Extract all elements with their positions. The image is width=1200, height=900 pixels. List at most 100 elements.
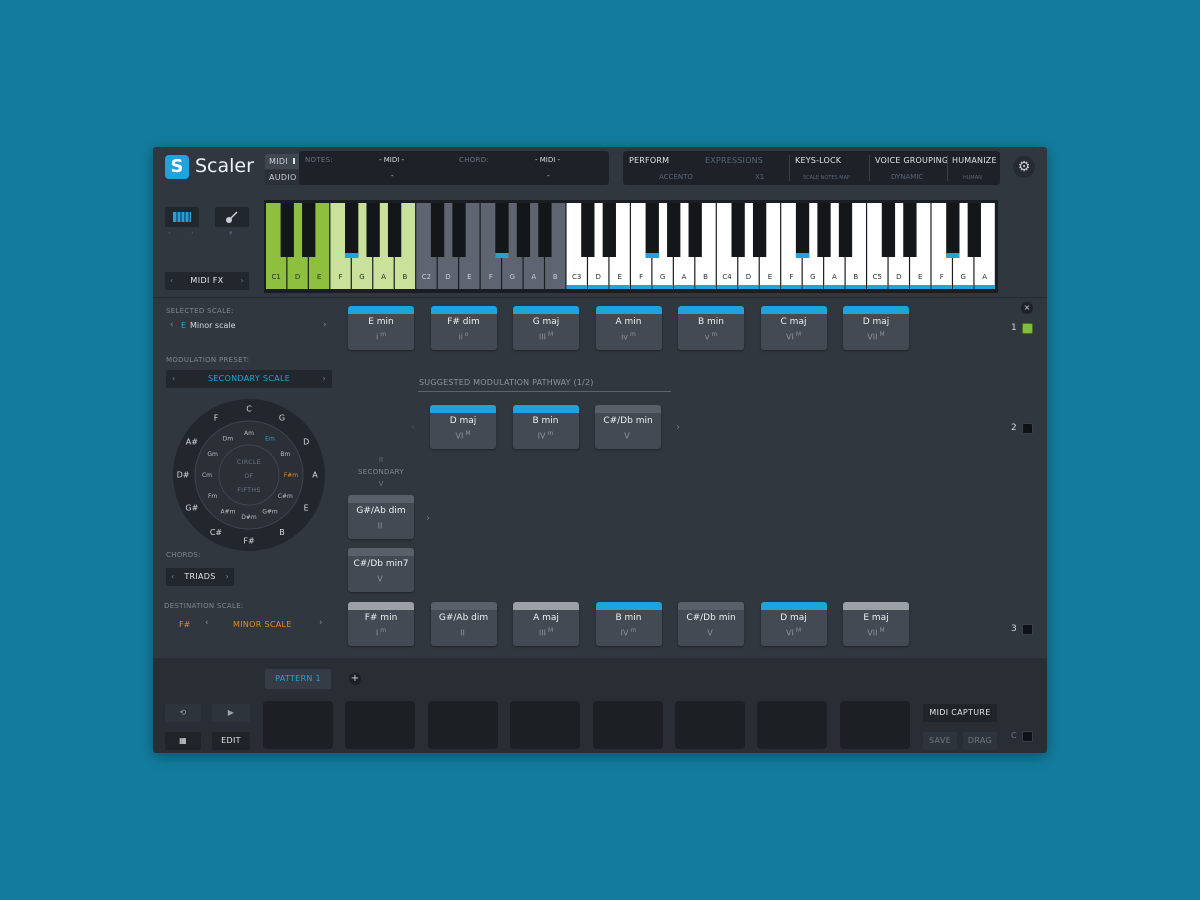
circle-minor-key[interactable]: Cm bbox=[202, 472, 212, 479]
add-pattern-icon[interactable]: + bbox=[349, 673, 361, 685]
black-key[interactable] bbox=[495, 203, 509, 257]
next-arrow-icon[interactable]: › bbox=[426, 513, 430, 524]
destination-scale-root[interactable]: F# bbox=[179, 620, 190, 629]
chord-card[interactable]: C maj VI M bbox=[760, 306, 827, 350]
black-key[interactable] bbox=[516, 203, 531, 257]
grid-view-button[interactable]: ▦ bbox=[165, 732, 201, 750]
chord-card[interactable]: F# dim ii o bbox=[430, 306, 497, 350]
pattern-pad[interactable] bbox=[427, 701, 498, 749]
black-key[interactable] bbox=[452, 203, 466, 257]
midi-fx-selector[interactable]: ‹ MIDI FX › bbox=[165, 272, 249, 290]
capture-indicator[interactable] bbox=[1022, 731, 1033, 742]
chord-card[interactable]: B min v m bbox=[678, 306, 744, 350]
black-key[interactable] bbox=[838, 203, 853, 257]
save-button[interactable]: SAVE bbox=[923, 732, 957, 750]
next-arrow-icon[interactable]: › bbox=[323, 370, 327, 388]
chord-card[interactable]: D maj VI M bbox=[430, 405, 496, 449]
circle-minor-key[interactable]: A#m bbox=[221, 508, 236, 515]
black-key[interactable] bbox=[387, 203, 402, 257]
circle-major-key[interactable]: G bbox=[279, 414, 285, 423]
chord-card[interactable]: E min i m bbox=[348, 306, 414, 350]
black-key[interactable] bbox=[817, 203, 831, 257]
circle-major-key[interactable]: F# bbox=[243, 537, 255, 546]
circle-minor-key[interactable]: Dm bbox=[223, 436, 234, 443]
circle-major-key[interactable]: A# bbox=[186, 438, 198, 447]
chord-card[interactable]: C#/Db min V bbox=[595, 405, 661, 449]
circle-major-key[interactable]: A bbox=[312, 471, 318, 480]
circle-major-key[interactable]: B bbox=[279, 528, 285, 537]
chevron-down-icon[interactable]: ▾ bbox=[229, 229, 233, 237]
chord-card[interactable]: F# min Im bbox=[348, 602, 414, 646]
next-arrow-icon[interactable]: › bbox=[191, 229, 194, 237]
prev-arrow-icon[interactable]: ‹ bbox=[168, 229, 171, 237]
audio-tab[interactable]: AUDIO bbox=[265, 170, 301, 185]
chord-card[interactable]: A maj III M bbox=[513, 602, 579, 646]
black-key[interactable] bbox=[667, 203, 681, 257]
black-key[interactable] bbox=[430, 203, 445, 257]
black-key[interactable] bbox=[967, 203, 981, 257]
black-key[interactable] bbox=[366, 203, 380, 257]
chord-card[interactable]: D maj VI M bbox=[760, 602, 827, 646]
midi-tab[interactable]: MIDI bbox=[265, 154, 301, 169]
pattern-1-tab[interactable]: PATTERN 1 bbox=[265, 669, 331, 689]
black-key[interactable] bbox=[645, 203, 659, 257]
chords-type-selector[interactable]: ‹ TRIADS › bbox=[166, 568, 234, 586]
pattern-pad[interactable] bbox=[839, 701, 910, 749]
circle-major-key[interactable]: E bbox=[304, 504, 309, 513]
black-key[interactable] bbox=[538, 203, 552, 257]
row-1-indicator[interactable] bbox=[1022, 323, 1033, 334]
black-key[interactable] bbox=[795, 203, 810, 257]
chord-card[interactable]: D maj VII M bbox=[843, 306, 909, 350]
settings-gear-icon[interactable]: ⚙ bbox=[1013, 156, 1035, 178]
black-key[interactable] bbox=[688, 203, 702, 257]
selected-scale-root[interactable]: E bbox=[181, 321, 186, 330]
next-arrow-icon[interactable]: › bbox=[319, 618, 323, 628]
chord-card[interactable]: G#/Ab dim II bbox=[430, 602, 497, 646]
piano-keyboard[interactable]: C1 D E F G A B C2 D E F G A B C3 D E F G A B C4 D E F G A B C5 D E F G A bbox=[264, 200, 998, 293]
pattern-pad[interactable] bbox=[345, 701, 416, 749]
chord-card[interactable]: G maj III M bbox=[513, 306, 579, 350]
black-key[interactable] bbox=[280, 203, 294, 257]
next-arrow-icon[interactable]: › bbox=[676, 422, 680, 433]
prev-arrow-icon[interactable]: ‹ bbox=[411, 422, 415, 433]
expressions-button[interactable]: EXPRESSIONS bbox=[705, 156, 763, 165]
next-arrow-icon[interactable]: › bbox=[240, 272, 244, 290]
circle-minor-key[interactable]: Fm bbox=[208, 493, 217, 500]
black-key[interactable] bbox=[581, 203, 595, 257]
circle-major-key[interactable]: F bbox=[214, 414, 219, 423]
drag-button[interactable]: DRAG bbox=[963, 732, 997, 750]
loop-button[interactable]: ⟲ bbox=[165, 704, 201, 722]
modulation-preset-selector[interactable]: ‹ SECONDARY SCALE › bbox=[166, 370, 332, 388]
chord-card[interactable]: B min IV m bbox=[595, 602, 662, 646]
guitar-view-button[interactable] bbox=[215, 207, 249, 227]
next-arrow-icon[interactable]: › bbox=[226, 568, 230, 586]
chord-card[interactable]: C#/Db min V bbox=[678, 602, 744, 646]
humanize-button[interactable]: HUMANIZE bbox=[952, 156, 997, 165]
perform-button[interactable]: PERFORM bbox=[629, 156, 669, 165]
black-key[interactable] bbox=[345, 203, 359, 257]
circle-minor-key[interactable]: C#m bbox=[278, 493, 293, 500]
prev-arrow-icon[interactable]: ‹ bbox=[170, 320, 174, 330]
voice-grouping-button[interactable]: VOICE GROUPING bbox=[875, 156, 948, 165]
circle-major-key[interactable]: C# bbox=[210, 528, 223, 537]
circle-minor-key[interactable]: Em bbox=[265, 436, 275, 443]
chord-card[interactable]: A min iv m bbox=[595, 306, 662, 350]
selected-scale-name[interactable]: Minor scale bbox=[190, 321, 236, 330]
black-key[interactable] bbox=[881, 203, 896, 257]
black-key[interactable] bbox=[602, 203, 616, 257]
circle-minor-key[interactable]: Am bbox=[244, 430, 254, 437]
circle-minor-key[interactable]: F#m bbox=[284, 472, 298, 479]
destination-scale-name[interactable]: MINOR SCALE bbox=[233, 620, 292, 629]
circle-major-key[interactable]: D bbox=[303, 438, 309, 447]
prev-arrow-icon[interactable]: ‹ bbox=[170, 272, 174, 290]
black-key[interactable] bbox=[903, 203, 917, 257]
row-2-indicator[interactable] bbox=[1022, 423, 1033, 434]
circle-of-fifths[interactable]: C G D A E B F# C# G# D# A# F Am Em Bm F#m C#m G#m D#m A#m Fm… bbox=[173, 399, 325, 551]
circle-minor-key[interactable]: Gm bbox=[207, 451, 218, 458]
black-key[interactable] bbox=[302, 203, 316, 257]
keys-lock-button[interactable]: KEYS-LOCK bbox=[795, 156, 841, 165]
close-icon[interactable]: × bbox=[1021, 302, 1033, 314]
pattern-pad[interactable] bbox=[510, 701, 581, 749]
edit-button[interactable]: EDIT bbox=[212, 732, 250, 750]
pattern-pad[interactable] bbox=[757, 701, 828, 749]
